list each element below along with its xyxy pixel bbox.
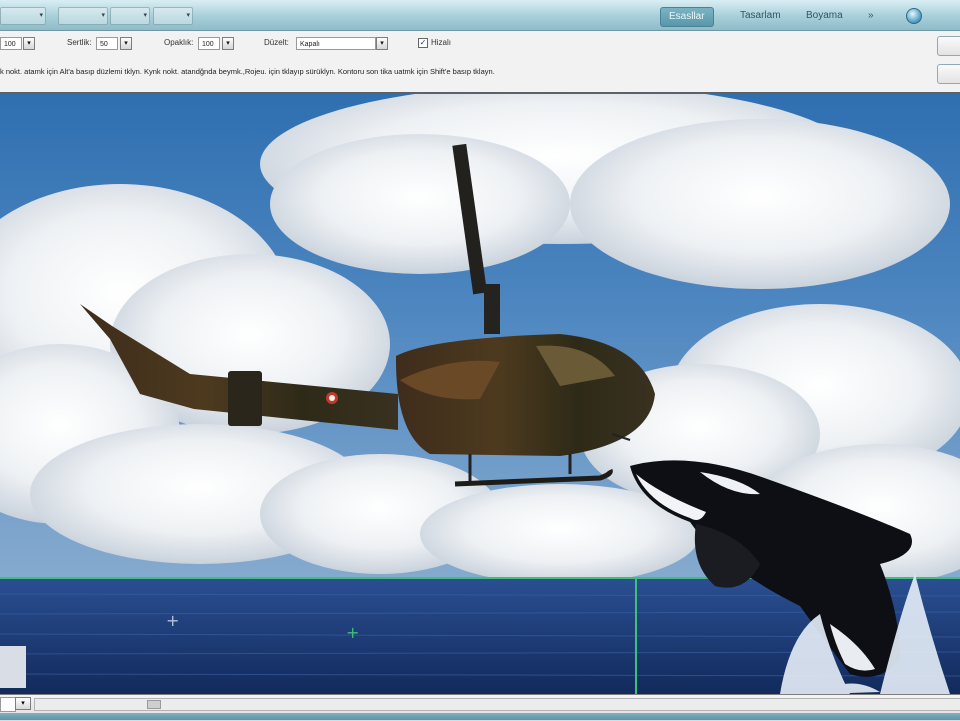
tab-essentials[interactable]: Esasllar — [660, 7, 714, 27]
tab-design[interactable]: Tasarlam — [732, 7, 789, 25]
zoom-tool-button[interactable]: ▾ — [58, 7, 108, 25]
options-right-button-top[interactable] — [937, 36, 960, 56]
horizontal-scrollbar[interactable] — [34, 698, 960, 711]
brush-size-field[interactable]: 100 — [0, 37, 22, 50]
more-workspaces-button[interactable]: » — [860, 7, 882, 25]
globe-icon[interactable] — [906, 8, 922, 24]
opacity-dropdown[interactable]: ▾ — [222, 37, 234, 50]
canvas-gap — [0, 646, 26, 688]
zoom-field[interactable] — [0, 697, 16, 712]
view-extras-button[interactable]: ▾ — [110, 7, 150, 25]
tool-hint-text: k nokt. atamk için Alt'a basıp düzlemi t… — [0, 67, 495, 76]
opacity-label: Opaklık: — [164, 38, 194, 47]
options-right-button-bottom[interactable] — [937, 64, 960, 84]
mode-dropdown[interactable]: ▾ — [376, 37, 388, 50]
svg-text:+: + — [346, 623, 359, 642]
chevron-down-icon: ▾ — [186, 12, 190, 19]
helicopter-and-orca-photo: + + — [0, 94, 960, 694]
mode-label: Düzelt: — [264, 38, 289, 47]
mode-select[interactable]: Kapalı — [296, 37, 376, 50]
tab-painting[interactable]: Boyama — [798, 7, 851, 25]
document-canvas[interactable]: + + — [0, 94, 960, 694]
chevron-down-icon[interactable]: ▾ — [15, 697, 31, 710]
svg-text:+: + — [166, 611, 179, 630]
hardness-field[interactable]: 50 — [96, 37, 118, 50]
hardness-dropdown[interactable]: ▾ — [120, 37, 132, 50]
aligned-checkbox[interactable]: ✓ — [418, 38, 428, 48]
chevron-down-icon: ▾ — [39, 12, 43, 19]
window-bottom-edge — [0, 713, 960, 720]
aligned-label: Hizalı — [431, 38, 452, 47]
screen-mode-button[interactable]: ▾ — [153, 7, 193, 25]
tool-options-bar: 100 ▾ Sertlik: 50 ▾ Opaklık: 100 ▾ Düzel… — [0, 31, 960, 94]
chevron-down-icon: ▾ — [143, 12, 147, 19]
selection-tool-button[interactable]: ▾ — [0, 7, 46, 25]
brush-size-dropdown[interactable]: ▾ — [23, 37, 35, 50]
opacity-field[interactable]: 100 — [198, 37, 220, 50]
hardness-label: Sertlik: — [67, 38, 92, 47]
scrollbar-thumb[interactable] — [147, 700, 161, 709]
application-bar: ▾ ▾ ▾ ▾ Esasllar Tasarlam Boyama » — [0, 0, 960, 31]
chevron-down-icon: ▾ — [101, 12, 105, 19]
